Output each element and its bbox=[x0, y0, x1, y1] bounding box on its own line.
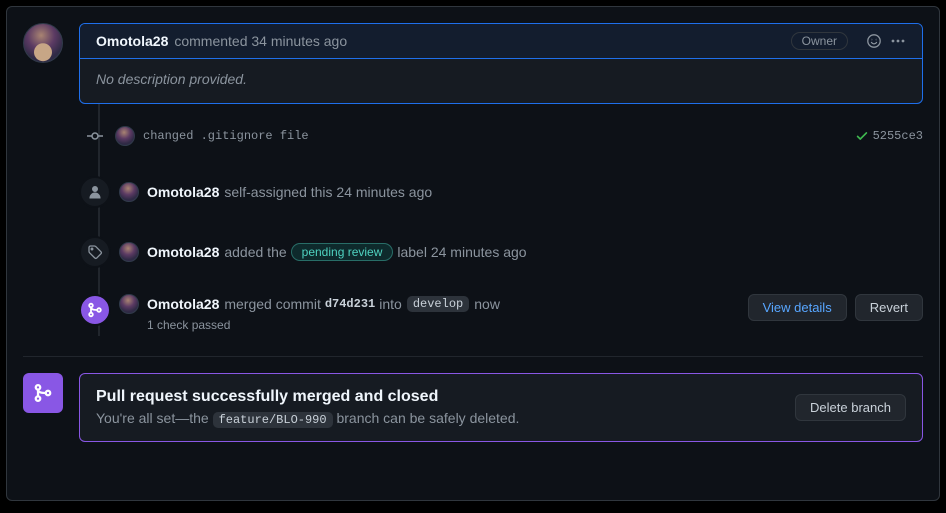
kebab-icon[interactable] bbox=[890, 33, 906, 49]
owner-badge: Owner bbox=[791, 32, 848, 50]
commit-sha[interactable]: 5255ce3 bbox=[855, 129, 923, 143]
merge-sha[interactable]: d74d231 bbox=[325, 297, 375, 311]
git-merge-icon bbox=[23, 373, 63, 413]
commit-message[interactable]: changed .gitignore file bbox=[143, 129, 309, 143]
avatar[interactable] bbox=[119, 294, 139, 314]
event-text: self-assigned this 24 minutes ago bbox=[224, 184, 432, 200]
event-author[interactable]: Omotola28 bbox=[147, 296, 219, 312]
commit-icon bbox=[83, 124, 107, 148]
avatar[interactable] bbox=[119, 242, 139, 262]
check-icon bbox=[855, 129, 869, 143]
tag-icon bbox=[79, 236, 111, 268]
source-branch[interactable]: feature/BLO-990 bbox=[213, 412, 333, 428]
comment-author[interactable]: Omotola28 bbox=[96, 33, 168, 49]
delete-branch-button[interactable]: Delete branch bbox=[795, 394, 906, 421]
comment-body: No description provided. bbox=[80, 59, 922, 103]
event-label: Omotola28 added the pending review label… bbox=[63, 222, 923, 282]
comment-action[interactable]: commented 34 minutes ago bbox=[174, 33, 347, 49]
checks-status[interactable]: 1 check passed bbox=[147, 318, 748, 332]
comment-box: Omotola28 commented 34 minutes ago Owner bbox=[79, 23, 923, 104]
event-merged: Omotola28 merged commit d74d231 into dev… bbox=[63, 282, 923, 336]
revert-button[interactable]: Revert bbox=[855, 294, 923, 321]
event-author[interactable]: Omotola28 bbox=[147, 244, 219, 260]
label-pill[interactable]: pending review bbox=[291, 243, 394, 261]
event-commit: changed .gitignore file 5255ce3 bbox=[63, 104, 923, 162]
view-details-button[interactable]: View details bbox=[748, 294, 847, 321]
target-branch[interactable]: develop bbox=[407, 296, 469, 312]
merged-banner: Pull request successfully merged and clo… bbox=[79, 373, 923, 442]
comment-header: Omotola28 commented 34 minutes ago Owner bbox=[80, 24, 922, 59]
avatar[interactable] bbox=[119, 182, 139, 202]
avatar[interactable] bbox=[115, 126, 135, 146]
git-merge-icon bbox=[79, 294, 111, 326]
banner-title: Pull request successfully merged and clo… bbox=[96, 388, 795, 406]
person-icon bbox=[79, 176, 111, 208]
event-self-assign: Omotola28 self-assigned this 24 minutes … bbox=[63, 162, 923, 222]
event-author[interactable]: Omotola28 bbox=[147, 184, 219, 200]
react-icon[interactable] bbox=[866, 33, 882, 49]
avatar[interactable] bbox=[23, 23, 63, 63]
